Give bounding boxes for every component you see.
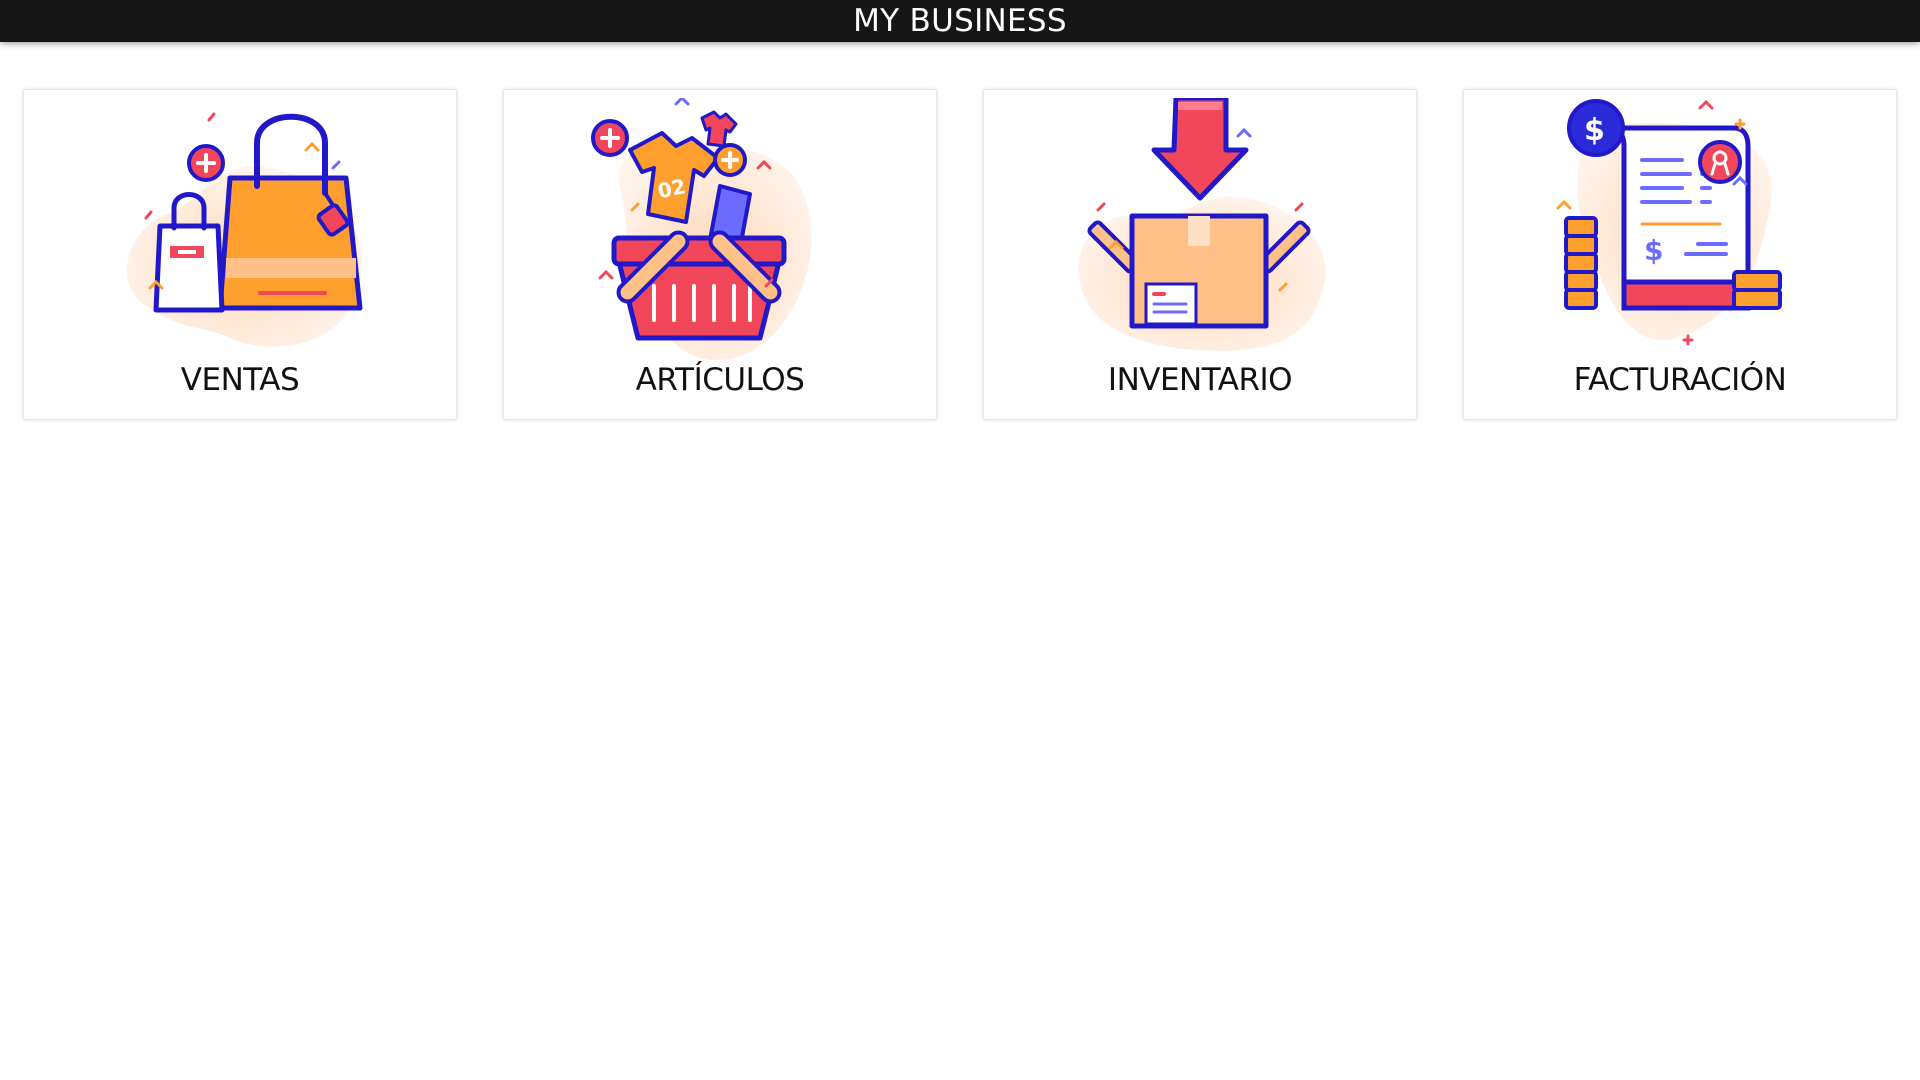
app-title: MY BUSINESS: [853, 3, 1067, 39]
app-header: MY BUSINESS: [0, 0, 1920, 42]
ventas-card[interactable]: VENTAS: [23, 89, 457, 420]
shopping-bags-icon: [110, 98, 370, 368]
articulos-card[interactable]: 02 ARTÍCULOS: [503, 89, 937, 420]
inventario-label: INVENTARIO: [1107, 362, 1293, 398]
svg-text:$: $: [1584, 113, 1605, 148]
svg-text:$: $: [1644, 234, 1663, 267]
facturacion-label: FACTURACIÓN: [1573, 362, 1787, 398]
inventory-box-icon: [1070, 98, 1330, 368]
ventas-label: VENTAS: [180, 362, 300, 398]
articulos-label: ARTÍCULOS: [635, 362, 805, 398]
facturacion-card[interactable]: $ $ FACTURACIÓN: [1463, 89, 1897, 420]
inventario-card[interactable]: INVENTARIO: [983, 89, 1417, 420]
invoice-receipt-icon: $ $: [1550, 98, 1810, 368]
module-grid: VENTAS 02 ARTÍCULOS INVENTARIO $ $ FACTU…: [0, 0, 1920, 1080]
shopping-basket-icon: 02: [590, 98, 850, 368]
